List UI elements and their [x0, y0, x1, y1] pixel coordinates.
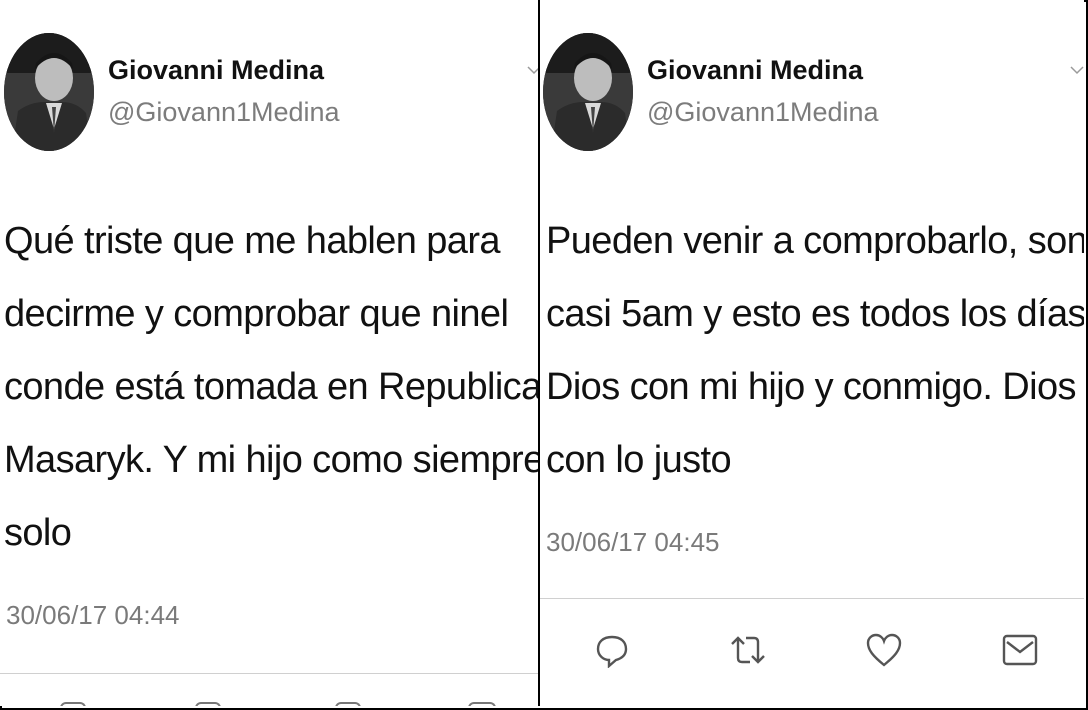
tweet-timestamp: 30/06/17 04:44 — [6, 600, 180, 630]
profile-photo — [543, 33, 633, 151]
tweet-text-line: casi 5am y esto es todos los días. — [546, 293, 1084, 335]
avatar[interactable] — [543, 33, 633, 151]
message-icon — [1002, 634, 1038, 666]
avatar[interactable] — [4, 33, 94, 151]
divider-line — [0, 673, 538, 674]
like-icon[interactable] — [335, 702, 361, 706]
reply-icon — [596, 635, 628, 668]
user-handle[interactable]: @Giovann1Medina — [108, 97, 340, 128]
profile-photo — [4, 33, 94, 151]
retweet-icon[interactable] — [195, 702, 221, 706]
action-bar — [540, 628, 1084, 676]
tweet-timestamp: 30/06/17 04:45 — [546, 527, 720, 557]
tweet-text-line: conde está tomada en Republica — [4, 366, 538, 408]
action-bar-cropped — [0, 698, 538, 706]
tweet-text-line: con lo justo — [546, 439, 732, 481]
tweet-text: Pueden venir a comprobarlo, son casi 5am… — [546, 205, 1084, 497]
reply-button[interactable] — [590, 628, 634, 672]
chevron-down-icon[interactable] — [526, 62, 538, 78]
like-icon — [866, 633, 902, 667]
message-icon[interactable] — [468, 702, 496, 706]
retweet-icon — [731, 636, 765, 664]
user-handle[interactable]: @Giovann1Medina — [647, 97, 879, 128]
divider-line — [540, 598, 1084, 599]
reply-icon[interactable] — [60, 702, 86, 706]
tweet-right: Giovanni Medina @Giovann1Medina Pueden v… — [540, 0, 1084, 706]
tweet-text-line: decirme y comprobar que ninel — [4, 293, 509, 335]
display-name[interactable]: Giovanni Medina — [647, 55, 863, 86]
direct-message-button[interactable] — [998, 628, 1042, 672]
retweet-button[interactable] — [726, 628, 770, 672]
tweet-text-line: Dios con mi hijo y conmigo. Dios — [546, 366, 1076, 408]
tweet-text-line: Masaryk. Y mi hijo como siempre — [4, 439, 538, 481]
like-button[interactable] — [862, 628, 906, 672]
tweet-left: Giovanni Medina @Giovann1Medina Qué tris… — [0, 0, 538, 706]
tweet-text-line: solo — [4, 512, 72, 554]
chevron-down-icon[interactable] — [1069, 62, 1084, 78]
tweet-text-line: Pueden venir a comprobarlo, son — [546, 220, 1084, 262]
display-name[interactable]: Giovanni Medina — [108, 55, 324, 86]
tweet-text-line: Qué triste que me hablen para — [4, 220, 501, 262]
tweet-text: Qué triste que me hablen para decirme y … — [4, 205, 538, 570]
